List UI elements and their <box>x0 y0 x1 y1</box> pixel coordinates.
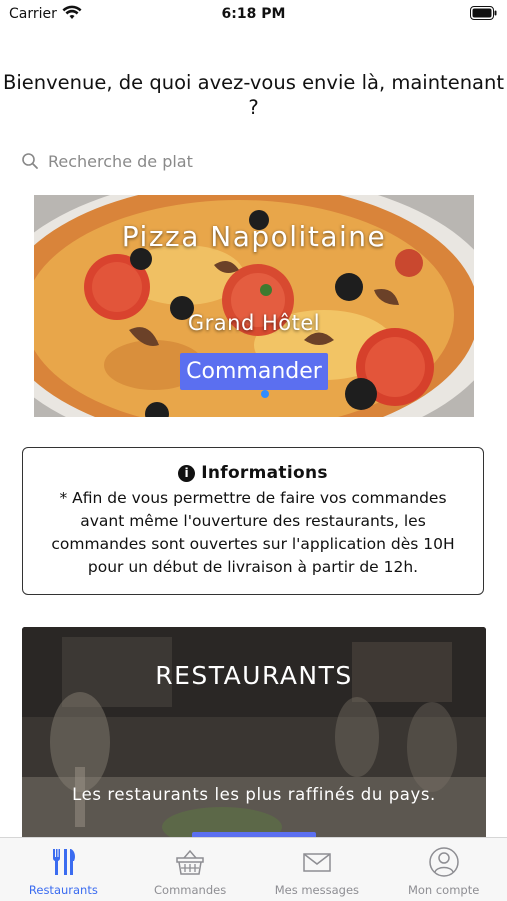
basket-icon <box>176 849 204 875</box>
info-title: Informations <box>201 463 328 483</box>
tab-commandes[interactable]: Commandes <box>127 838 254 901</box>
user-icon <box>428 847 459 877</box>
tab-messages[interactable]: Mes messages <box>254 838 381 901</box>
info-header: i Informations <box>23 463 483 483</box>
featured-dish-banner[interactable]: Pizza Napolitaine Grand Hôtel Commander <box>34 195 474 417</box>
dish-restaurant: Grand Hôtel <box>187 311 321 335</box>
search-bar[interactable] <box>21 149 321 173</box>
welcome-heading: Bienvenue, de quoi avez-vous envie là, m… <box>2 71 505 119</box>
order-button[interactable]: Commander <box>180 353 328 390</box>
fork-knife-icon <box>53 849 76 875</box>
tab-label: Restaurants <box>28 883 98 897</box>
search-input[interactable] <box>48 151 308 171</box>
tab-label: Commandes <box>154 883 227 897</box>
info-box: i Informations * Afin de vous permettre … <box>22 447 484 595</box>
status-bar: Carrier 6:18 PM <box>0 0 507 30</box>
tab-label: Mon compte <box>407 883 480 897</box>
restaurants-title: RESTAURANTS <box>155 661 353 690</box>
tab-bar: Restaurants Commandes Mes messages Mon c… <box>0 837 507 901</box>
clock: 6:18 PM <box>221 6 286 22</box>
dish-title: Pizza Napolitaine <box>121 220 387 253</box>
restaurant-background-image <box>22 627 486 847</box>
tab-label: Mes messages <box>274 883 360 897</box>
envelope-icon <box>303 853 331 872</box>
tab-account[interactable]: Mon compte <box>380 838 507 901</box>
search-icon <box>22 153 38 169</box>
info-text: * Afin de vous permettre de faire vos co… <box>51 489 455 576</box>
restaurants-card[interactable]: RESTAURANTS Les restaurants les plus raf… <box>22 627 486 847</box>
info-icon: i <box>178 464 196 482</box>
battery-icon <box>470 6 497 20</box>
carousel-indicator[interactable] <box>261 390 269 398</box>
tab-restaurants[interactable]: Restaurants <box>0 838 127 901</box>
restaurants-subtitle: Les restaurants les plus raffinés du pay… <box>72 785 436 804</box>
